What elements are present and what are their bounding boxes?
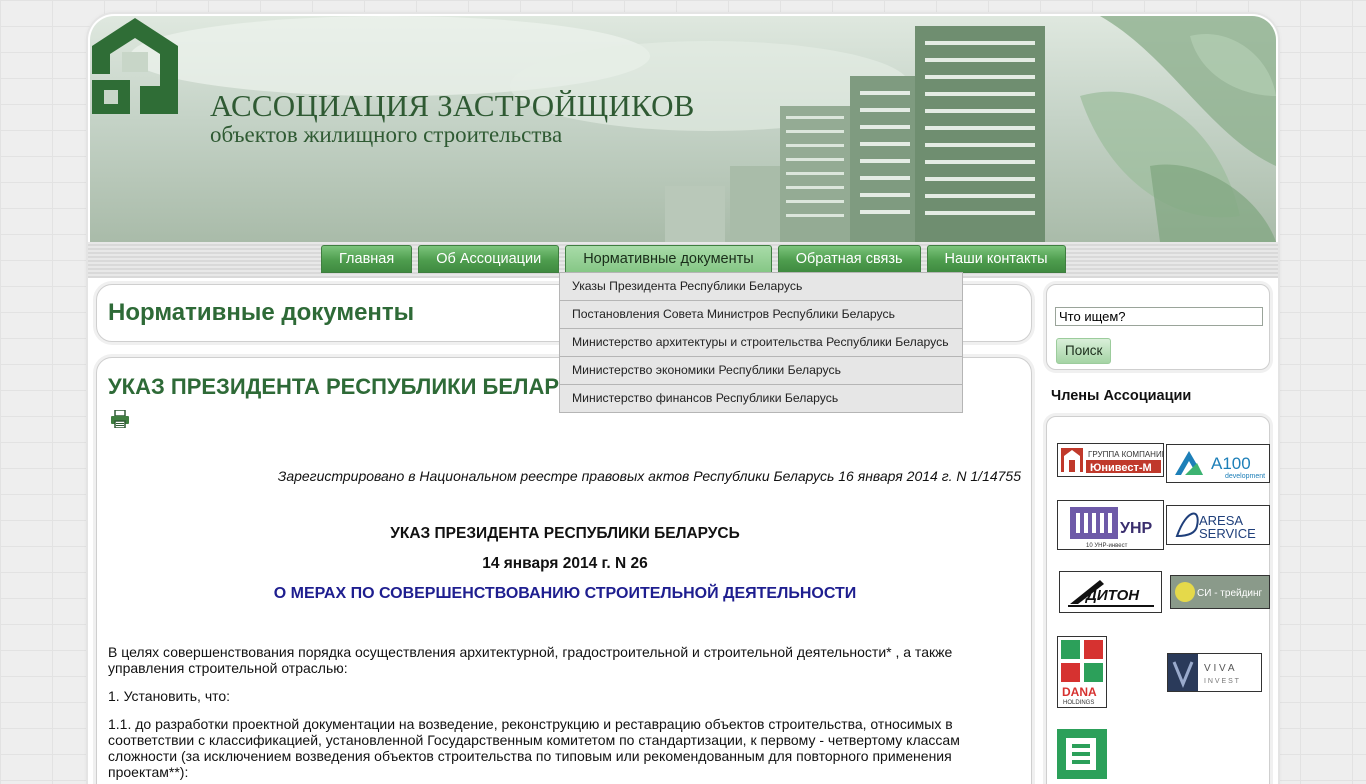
document-title: УКАЗ ПРЕЗИДЕНТА РЕСПУБЛИКИ БЕЛАРУСЬ (108, 374, 605, 399)
document-date-number: 14 января 2014 г. N 26 (482, 555, 648, 572)
member-logo-univest[interactable]: ГРУППА КОМПАНИЙ Юнивест-М (1057, 443, 1164, 477)
nav-about[interactable]: Об Ассоциации (418, 245, 560, 273)
dana-logo-icon: DANA HOLDINGS (1061, 640, 1103, 706)
unr-line2: 10 УНР-инвест (1086, 543, 1128, 549)
univest-line2: Юнивест-М (1090, 462, 1152, 474)
member-logo-si-trading[interactable]: СИ - трейдинг (1170, 575, 1270, 609)
site-header: АССОЦИАЦИЯ ЗАСТРОЙЩИКОВ объектов жилищно… (90, 16, 1276, 242)
member-extra-logo-icon (1058, 730, 1106, 778)
unr-logo-icon: УНР 10 УНР-инвест (1070, 507, 1153, 549)
a100-line1: A100 (1211, 454, 1251, 473)
dropdown-item-ministry-architecture[interactable]: Министерство архитектуры и строительства… (560, 328, 962, 356)
dropdown-item-ministry-economy[interactable]: Министерство экономики Республики Белару… (560, 356, 962, 384)
main-navigation: Главная Об Ассоциации Нормативные докуме… (321, 245, 1066, 273)
a100-logo-icon: A100 development (1175, 451, 1265, 480)
search-panel: Поиск (1046, 284, 1270, 370)
nav-feedback[interactable]: Обратная связь (777, 245, 921, 273)
a100-line2: development (1225, 473, 1265, 480)
dana-line1: DANA (1062, 685, 1097, 699)
viva-line1: V I V A (1204, 663, 1235, 674)
si-trading-logo-icon: СИ - трейдинг (1171, 576, 1269, 608)
print-icon[interactable] (110, 410, 130, 428)
member-logo-viva[interactable]: V I V A I N V E S T (1167, 653, 1262, 692)
aresa-logo-icon: ARESA SERVICE (1175, 512, 1256, 541)
document-paragraph: 1.1. до разработки проектной документаци… (108, 716, 960, 780)
document-subject: О МЕРАХ ПО СОВЕРШЕНСТВОВАНИЮ СТРОИТЕЛЬНО… (273, 585, 857, 602)
association-logo-icon (92, 18, 178, 114)
viva-logo-icon: V I V A I N V E S T (1168, 654, 1240, 691)
search-input[interactable] (1055, 307, 1263, 326)
unr-line1: УНР (1120, 520, 1153, 537)
normative-documents-dropdown: Указы Президента Республики Беларусь Пос… (559, 272, 963, 413)
diton-logo-icon: ДИТОН (1068, 580, 1154, 607)
member-logo-extra[interactable] (1057, 729, 1107, 779)
aresa-line2: SERVICE (1199, 526, 1256, 541)
members-title: Члены Ассоциации (1051, 388, 1192, 404)
diton-line1: ДИТОН (1084, 587, 1140, 604)
site-title-line2: объектов жилищного строительства (210, 122, 563, 147)
dana-line2: HOLDINGS (1063, 700, 1094, 706)
si-trading-name: СИ - трейдинг (1197, 588, 1263, 599)
document-heading: УКАЗ ПРЕЗИДЕНТА РЕСПУБЛИКИ БЕЛАРУСЬ (390, 525, 740, 542)
univest-logo-icon: ГРУППА КОМПАНИЙ Юнивест-М (1061, 448, 1163, 474)
document-panel: УКАЗ ПРЕЗИДЕНТА РЕСПУБЛИКИ БЕЛАРУСЬ Заре… (96, 357, 1032, 784)
nav-contacts[interactable]: Наши контакты (926, 245, 1066, 273)
page-title: Нормативные документы (108, 299, 415, 326)
dropdown-item-ministry-finance[interactable]: Министерство финансов Республики Беларус… (560, 384, 962, 412)
dropdown-item-council-of-ministers[interactable]: Постановления Совета Министров Республик… (560, 300, 962, 328)
nav-home[interactable]: Главная (321, 245, 413, 273)
site-title-line1: АССОЦИАЦИЯ ЗАСТРОЙЩИКОВ (210, 88, 695, 123)
member-logo-aresa[interactable]: ARESA SERVICE (1166, 505, 1270, 545)
member-logo-a100[interactable]: A100 development (1166, 444, 1270, 483)
viva-line2: I N V E S T (1204, 678, 1240, 685)
dropdown-item-president-decrees[interactable]: Указы Президента Республики Беларусь (560, 273, 962, 300)
search-button[interactable]: Поиск (1056, 338, 1112, 364)
registration-note: Зарегистрировано в Национальном реестре … (277, 468, 1021, 484)
member-logo-diton[interactable]: ДИТОН (1059, 571, 1162, 613)
document-paragraph: В целях совершенствования порядка осущес… (108, 644, 953, 676)
document-paragraph: 1. Установить, что: (108, 688, 231, 704)
member-logo-dana[interactable]: DANA HOLDINGS (1057, 636, 1107, 708)
member-logo-unr[interactable]: УНР 10 УНР-инвест (1057, 500, 1164, 550)
univest-line1: ГРУППА КОМПАНИЙ (1088, 450, 1163, 459)
nav-normative-documents[interactable]: Нормативные документы (565, 245, 772, 273)
